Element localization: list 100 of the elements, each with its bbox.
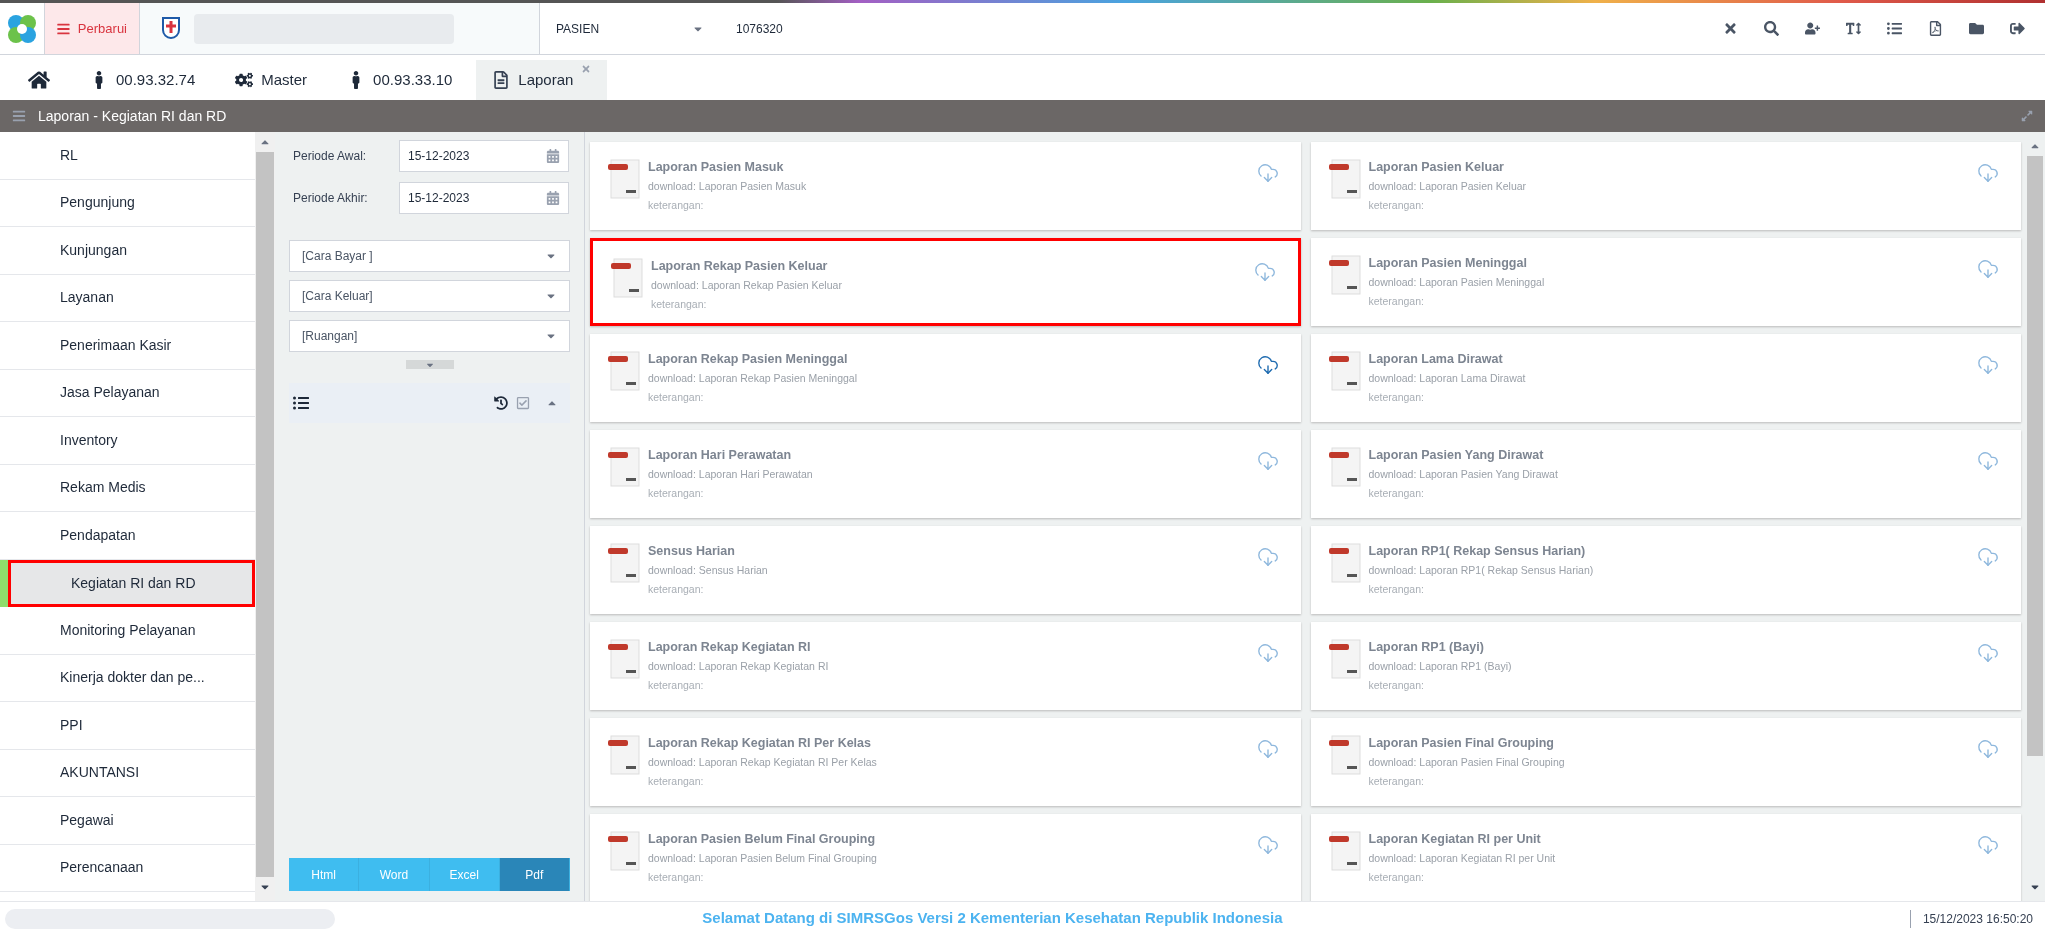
report-card[interactable]: Laporan Pasien Final Grouping download: Laporan Pasien Final Grouping keterangan: [1310,718,2021,806]
date-label: Periode Akhir: [292,190,369,207]
report-download-text: download: Laporan Rekap Kegiatan RI Per Kelas [648,754,878,770]
calendar-icon[interactable] [546,191,560,205]
report-note: keterangan: [1368,293,1425,309]
report-note: keterangan: [1368,485,1425,501]
checkbox-icon[interactable] [516,396,530,410]
report-note: keterangan: [648,485,705,501]
search-type-select[interactable]: PASIEN [540,19,720,38]
report-card[interactable]: Laporan Pasien Yang Dirawat download: Laporan Pasien Yang Dirawat keterangan: [1310,430,2021,518]
tab-label: Laporan [518,69,574,90]
report-note: keterangan: [1368,677,1425,693]
report-file-icon [608,830,642,872]
tab[interactable]: 00.93.32.74 [74,60,212,100]
report-download-text: download: Laporan Pasien Final Grouping [1368,754,1566,770]
list-icon[interactable] [1887,21,1902,36]
report-download-text: download: Laporan RP1 (Bayi) [1368,658,1513,674]
report-card[interactable]: Laporan Pasien Masuk download: Laporan Pasien Masuk keterangan: [590,142,1301,230]
menu-icon[interactable] [12,109,26,123]
report-title: Laporan RP1( Rekap Sensus Harian) [1368,543,1587,560]
date-field[interactable]: 15-12-2023 [399,140,569,172]
report-card[interactable]: Laporan Kegiatan RI per Unit download: Laporan Kegiatan RI per Unit keterangan: [1310,814,2021,901]
report-card[interactable]: Sensus Harian download: Sensus Harian keterangan: [590,526,1301,614]
tab[interactable]: Master [219,60,324,100]
report-card[interactable]: Laporan Pasien Keluar download: Laporan Pasien Keluar keterangan: [1310,142,2021,230]
dropdown-field[interactable]: [Cara Keluar] [289,280,570,312]
text-icon[interactable] [1846,21,1861,36]
dropdown-field[interactable]: [Ruangan] [289,320,570,352]
report-download-text: download: Laporan Pasien Masuk [648,178,808,194]
report-title: Laporan Pasien Meninggal [1368,255,1528,272]
report-file-icon [608,542,642,584]
report-download-text: download: Laporan Pasien Meninggal [1368,274,1546,290]
folder-icon[interactable] [1969,21,1984,36]
menu-button[interactable]: Perbarui [44,3,140,54]
dropdown-field[interactable]: [Cara Bayar ] [289,240,570,272]
report-file-icon [611,257,645,299]
sidebar-scrollbar[interactable] [255,132,275,901]
report-title: Laporan Pasien Keluar [1368,159,1505,176]
report-download-text: download: Laporan Lama Dirawat [1368,370,1527,386]
report-card[interactable]: Laporan Rekap Pasien Meninggal download: Laporan Rekap Pasien Meninggal keterangan: [590,334,1301,422]
report-file-icon [1328,158,1363,200]
report-title: Laporan Pasien Masuk [648,159,785,176]
cloud-download-icon[interactable] [1256,354,1279,376]
report-card[interactable]: Laporan Rekap Kegiatan RI download: Laporan Rekap Kegiatan RI keterangan: [590,622,1301,710]
tab-label: 00.93.33.10 [373,69,453,90]
home-icon [28,69,50,91]
export-format-button[interactable]: Pdf [499,858,570,891]
report-card[interactable]: Laporan Pasien Belum Final Grouping download: Laporan Pasien Belum Final Grouping keterangan: [590,814,1301,901]
report-card[interactable]: Laporan Lama Dirawat download: Laporan Lama Dirawat keterangan: [1310,334,2021,422]
gears-icon [235,71,254,89]
date-field[interactable]: 15-12-2023 [399,182,569,214]
panel-title: Laporan - Kegiatan RI dan RD [38,106,227,126]
expand-toggle[interactable] [405,360,454,369]
report-title: Laporan Pasien Final Grouping [1368,735,1555,752]
status-datetime: 15/12/2023 16:50:20 [1909,909,2045,928]
report-file-icon [1328,830,1363,872]
tab[interactable]: 00.93.33.10 [331,60,469,100]
report-card[interactable]: Laporan Pasien Meninggal download: Laporan Pasien Meninggal keterangan: [1310,238,2021,326]
report-title: Sensus Harian [648,543,736,560]
logout-icon[interactable] [2010,21,2025,36]
report-note: keterangan: [648,389,705,405]
report-download-text: download: Laporan Rekap Kegiatan RI [648,658,830,674]
report-note: keterangan: [1368,197,1425,213]
report-file-icon [1328,734,1363,776]
report-file-icon [1328,638,1363,680]
report-download-text: download: Laporan Pasien Yang Dirawat [1368,466,1559,482]
report-title: Laporan Rekap Pasien Meninggal [648,351,849,368]
report-title: Laporan Rekap Kegiatan RI [648,639,812,656]
close-icon[interactable] [1723,21,1738,36]
document-icon [492,71,511,89]
report-note: keterangan: [1368,773,1425,789]
report-title: Laporan Kegiatan RI per Unit [1368,831,1542,848]
date-label: Periode Awal: [292,148,368,165]
report-download-text: download: Laporan Rekap Pasien Meninggal [648,370,858,386]
report-file-icon [1328,254,1363,296]
report-card[interactable]: Laporan RP1 (Bayi) download: Laporan RP1 (Bayi) keterangan: [1310,622,2021,710]
report-card[interactable]: Laporan Rekap Pasien Keluar download: Laporan Rekap Pasien Keluar keterangan: [590,238,1301,326]
calendar-icon[interactable] [546,149,560,163]
report-file-icon [608,638,642,680]
report-card[interactable]: Laporan RP1( Rekap Sensus Harian) download: Laporan RP1( Rekap Sensus Harian) keterangan: [1310,526,2021,614]
report-note: keterangan: [648,677,705,693]
search-icon[interactable] [1764,21,1779,36]
report-file-icon [1328,446,1363,488]
report-download-text: download: Laporan RP1( Rekap Sensus Harian) [1368,562,1595,578]
report-note: keterangan: [1368,869,1425,885]
list-icon[interactable] [293,395,309,411]
history-icon[interactable] [494,396,508,410]
pdf-file-icon[interactable] [1928,21,1943,36]
report-note: keterangan: [1368,389,1425,405]
search-field[interactable]: 1076320 [720,19,920,38]
report-file-icon [608,446,642,488]
content-scrollbar[interactable] [2025,132,2045,901]
report-note: keterangan: [648,197,705,213]
report-download-text: download: Laporan Rekap Pasien Keluar [651,277,843,293]
report-card[interactable]: Laporan Rekap Kegiatan RI Per Kelas download: Laporan Rekap Kegiatan RI Per Kelas keterangan: [590,718,1301,806]
expand-icon[interactable] [2021,110,2033,122]
report-card[interactable]: Laporan Hari Perawatan download: Laporan Hari Perawatan keterangan: [590,430,1301,518]
tab[interactable]: Laporan [476,60,608,100]
report-download-text: download: Laporan Pasien Belum Final Grouping [648,850,878,866]
add-user-icon[interactable] [1805,21,1820,36]
